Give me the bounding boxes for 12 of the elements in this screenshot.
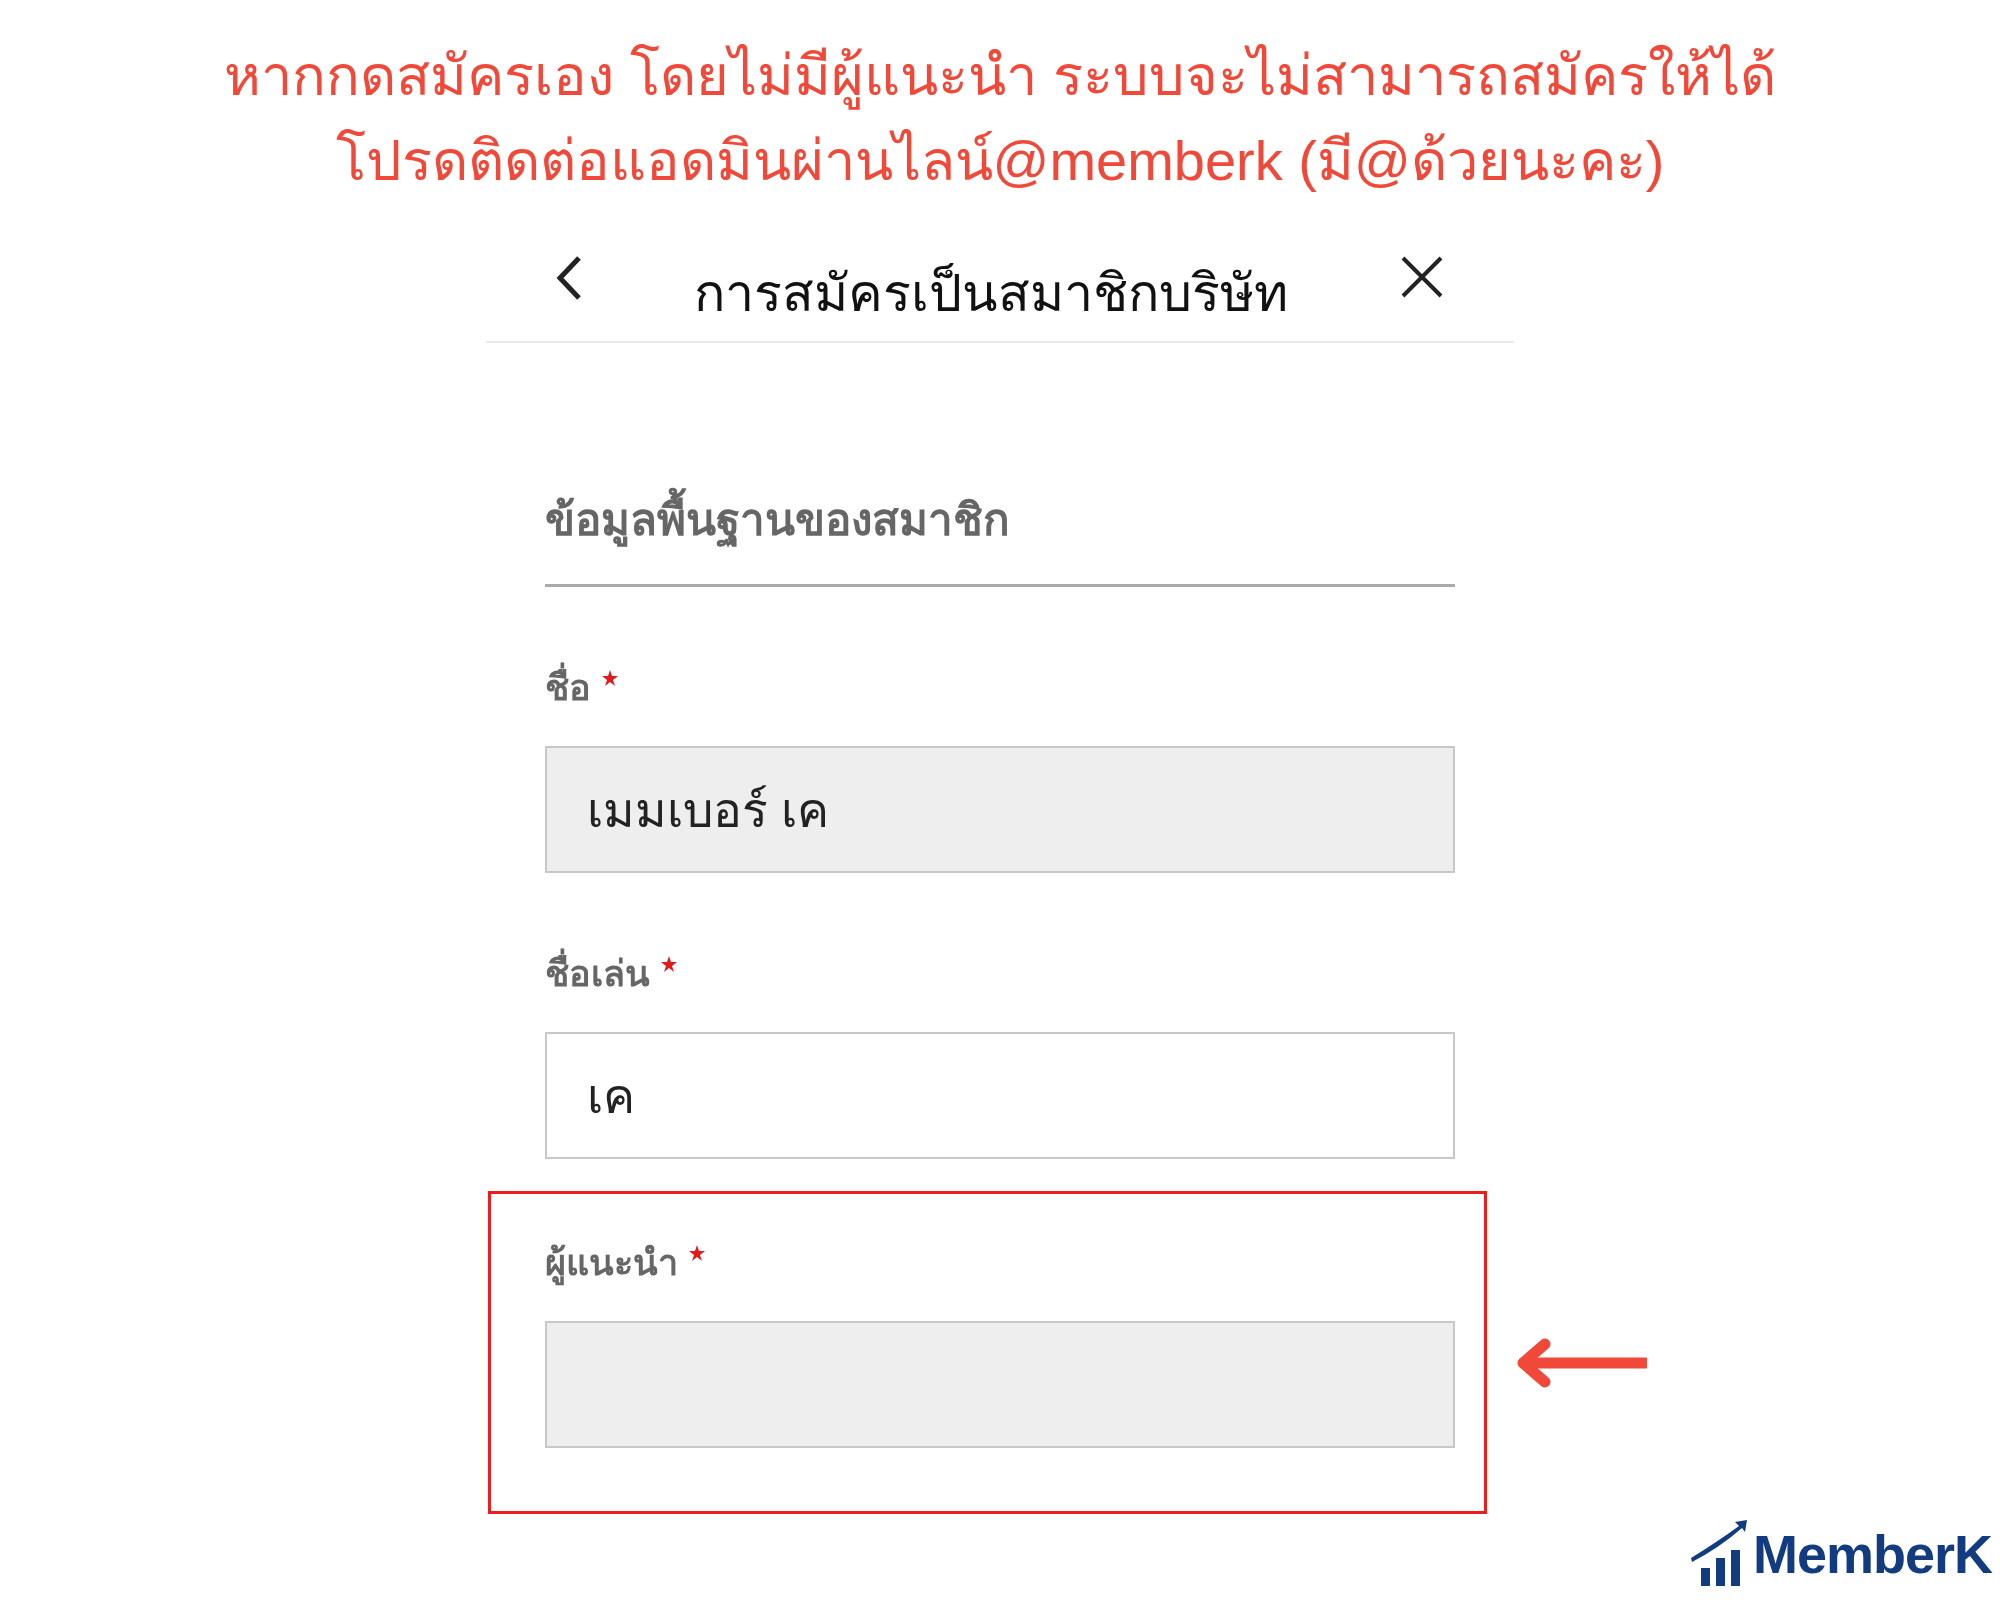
page-title: การสมัครเป็นสมาชิกบริษัท (694, 263, 1288, 323)
notice-text: หากกดสมัครเอง โดยไม่มีผู้แนะนำ ระบบจะไม่สามารถสมัครให้ได้ (224, 33, 1776, 118)
logo-icon (1688, 1520, 1749, 1586)
notice-text: โปรดติดต่อแอดมินผ่านไลน์@memberk (มี@ด้วยนะคะ) (335, 128, 1665, 194)
field-label: ชื่อเล่น (545, 949, 650, 999)
back-icon[interactable] (556, 255, 582, 301)
arrow-icon (1515, 1337, 1647, 1389)
field-label: ผู้แนะนำ (545, 1238, 678, 1288)
text-field[interactable]: เค (545, 1032, 1455, 1159)
field-label: ชื่อ (545, 663, 591, 713)
close-icon[interactable] (1400, 255, 1444, 299)
logo-text: MemberK (1752, 1523, 1992, 1586)
